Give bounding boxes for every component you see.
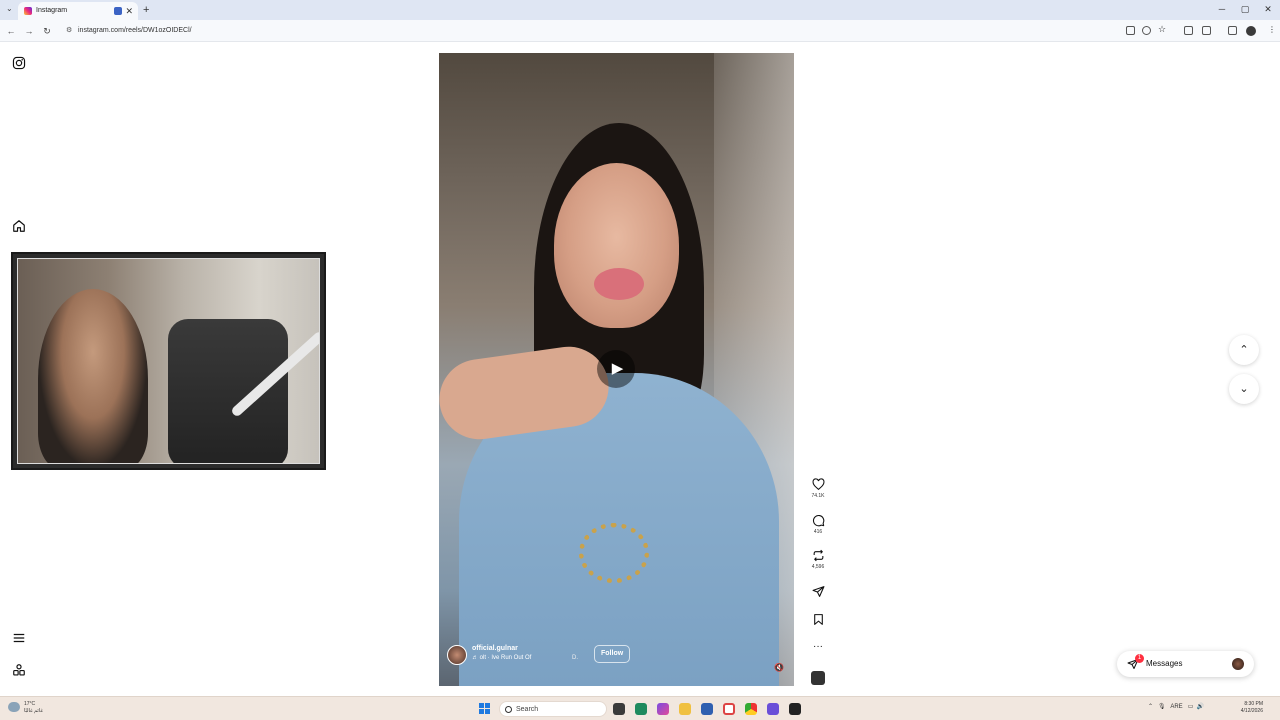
repost-icon[interactable] bbox=[812, 549, 825, 562]
mute-icon[interactable]: 🔇 bbox=[774, 663, 784, 672]
back-button[interactable]: ← bbox=[4, 24, 18, 38]
cast-icon[interactable] bbox=[1126, 26, 1135, 35]
repost-action[interactable]: 4,596 bbox=[808, 549, 828, 570]
start-button[interactable] bbox=[479, 703, 491, 715]
taskbar-search[interactable]: Search bbox=[499, 701, 607, 717]
task-view-icon[interactable] bbox=[613, 703, 625, 715]
weather-desc: غائم غالبًا bbox=[24, 708, 43, 714]
bookmark-icon[interactable] bbox=[812, 613, 825, 626]
comment-action[interactable]: 416 bbox=[808, 514, 828, 535]
meta-apps-icon[interactable] bbox=[12, 663, 26, 677]
minimize-button[interactable]: ─ bbox=[1212, 2, 1232, 16]
instagram-logo-icon[interactable] bbox=[12, 56, 26, 70]
streamer bbox=[38, 289, 148, 463]
url-text: instagram.com/reels/DW1ozOIDECl/ bbox=[78, 27, 192, 34]
messages-label: Messages bbox=[1146, 659, 1183, 668]
store-icon[interactable] bbox=[701, 703, 713, 715]
reel-subject-bracelet bbox=[579, 523, 649, 583]
microphone-icon[interactable]: 🎙 bbox=[1158, 704, 1166, 710]
weather-temp: 17°C bbox=[24, 701, 36, 707]
app-icon[interactable] bbox=[635, 703, 647, 715]
tray-overflow-icon[interactable]: ⌃ bbox=[1148, 704, 1153, 710]
extension-icon[interactable] bbox=[1184, 26, 1193, 35]
app-icon[interactable] bbox=[767, 703, 779, 715]
system-tray[interactable]: ⌃ 🎙 ARE ▭ 🔊 bbox=[1148, 703, 1204, 710]
save-action[interactable] bbox=[808, 613, 828, 626]
language-indicator[interactable]: ARE bbox=[1170, 704, 1182, 710]
next-reel-button[interactable]: ⌄ bbox=[1229, 374, 1259, 404]
webcam-feed bbox=[17, 258, 320, 464]
reel-username[interactable]: official.gulnar bbox=[472, 645, 518, 652]
maximize-button[interactable]: ▢ bbox=[1235, 2, 1255, 16]
tab-search-icon[interactable]: ⌄ bbox=[6, 4, 13, 13]
like-action[interactable]: 74.1K bbox=[808, 478, 828, 499]
address-bar[interactable]: ⚙ instagram.com/reels/DW1ozOIDECl/ bbox=[60, 23, 1120, 39]
profile-avatar[interactable] bbox=[1246, 26, 1256, 36]
repost-count: 4,596 bbox=[811, 564, 825, 570]
comment-count: 416 bbox=[813, 529, 823, 535]
gaming-chair bbox=[168, 319, 288, 463]
notification-badge: 1 bbox=[1135, 654, 1144, 663]
browser-tab-instagram[interactable]: Instagram ✕ bbox=[18, 2, 138, 20]
messages-button[interactable]: 1 Messages bbox=[1117, 651, 1254, 677]
app-icon[interactable] bbox=[789, 703, 801, 715]
reload-button[interactable]: ↻ bbox=[40, 24, 54, 38]
clock-time: 8:30 PM bbox=[1244, 701, 1263, 707]
instagram-favicon-icon bbox=[24, 7, 32, 15]
forward-button[interactable]: → bbox=[22, 24, 36, 38]
browser-tab-bar: ⌄ Instagram ✕ + ─ ▢ ✕ bbox=[0, 0, 1280, 20]
reel-subject-lips bbox=[594, 268, 644, 300]
heart-icon[interactable] bbox=[812, 478, 825, 491]
more-options-icon[interactable]: ··· bbox=[808, 641, 828, 653]
like-count: 74.1K bbox=[811, 493, 825, 499]
copilot-icon[interactable] bbox=[657, 703, 669, 715]
media-control-icon[interactable] bbox=[1228, 26, 1237, 35]
volume-icon[interactable]: 🔊 bbox=[1197, 704, 1204, 710]
reel-video[interactable]: ▶ official.gulnar ♬ olt · Ive Run Out Of… bbox=[439, 53, 794, 686]
audio-thumbnail[interactable] bbox=[811, 671, 825, 685]
reel-audio-track[interactable]: ♬ olt · Ive Run Out Of bbox=[472, 655, 531, 661]
search-icon bbox=[505, 706, 512, 713]
menu-kebab-icon[interactable]: ⋮ bbox=[1268, 25, 1277, 34]
new-tab-button[interactable]: + bbox=[143, 3, 149, 17]
tab-audio-icon[interactable] bbox=[114, 7, 122, 15]
messages-avatar bbox=[1232, 658, 1244, 670]
site-info-icon[interactable]: ⚙ bbox=[66, 23, 72, 39]
reel-author-avatar[interactable] bbox=[447, 645, 467, 665]
comment-icon[interactable] bbox=[812, 514, 825, 527]
bookmark-star-icon[interactable]: ☆ bbox=[1158, 25, 1167, 34]
taskbar-search-label: Search bbox=[516, 706, 539, 713]
cloud-icon bbox=[8, 702, 20, 712]
play-button[interactable]: ▶ bbox=[597, 350, 635, 388]
weather-widget[interactable]: 17°C غائم غالبًا bbox=[8, 701, 43, 715]
clock[interactable]: 8:30 PM 4/12/2026 bbox=[1231, 701, 1263, 715]
network-icon[interactable]: ▭ bbox=[1188, 704, 1194, 710]
zoom-icon[interactable] bbox=[1142, 26, 1151, 35]
webcam-overlay bbox=[11, 252, 326, 470]
send-icon[interactable] bbox=[812, 585, 825, 598]
app-icon[interactable] bbox=[723, 703, 735, 715]
home-icon[interactable] bbox=[12, 219, 26, 233]
clock-date: 4/12/2026 bbox=[1240, 708, 1263, 714]
follow-button[interactable]: Follow bbox=[594, 645, 631, 663]
extensions-puzzle-icon[interactable] bbox=[1202, 26, 1211, 35]
close-window-button[interactable]: ✕ bbox=[1258, 2, 1278, 16]
share-action[interactable] bbox=[808, 585, 828, 598]
file-explorer-icon[interactable] bbox=[679, 703, 691, 715]
tab-title: Instagram bbox=[36, 7, 68, 14]
tab-close-icon[interactable]: ✕ bbox=[125, 2, 133, 20]
reel-caption-more[interactable]: D. bbox=[572, 655, 578, 661]
browser-toolbar: ← → ↻ ⚙ instagram.com/reels/DW1ozOIDECl/… bbox=[0, 20, 1280, 42]
more-menu-icon[interactable] bbox=[12, 631, 26, 645]
reel-subject-face bbox=[554, 163, 679, 328]
windows-taskbar: 17°C غائم غالبًا Search ⌃ 🎙 ARE ▭ 🔊 8:30… bbox=[0, 696, 1280, 720]
chrome-icon[interactable] bbox=[745, 703, 757, 715]
previous-reel-button[interactable]: ⌃ bbox=[1229, 335, 1259, 365]
